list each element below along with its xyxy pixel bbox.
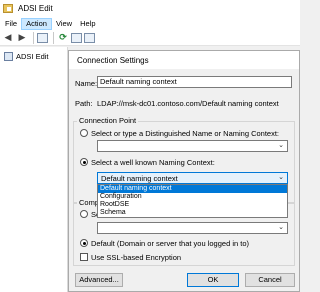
option-default-naming-context[interactable]: Default naming context xyxy=(98,185,287,193)
default-server-radio-label: Default (Domain or server that you logge… xyxy=(91,239,249,248)
name-field[interactable]: Default naming context xyxy=(97,76,292,88)
option-schema[interactable]: Schema xyxy=(98,209,287,217)
forward-arrow-icon[interactable]: ▶ xyxy=(16,32,28,44)
distinguished-name-radio[interactable] xyxy=(80,129,88,137)
adsi-edit-app-icon xyxy=(3,4,13,13)
toolbar: ◀ ▶ ⟳ xyxy=(0,30,300,46)
dialog-title-bar: Connection Settings xyxy=(69,51,299,69)
distinguished-name-combo[interactable]: ⌄ xyxy=(97,140,288,152)
name-label: Name: xyxy=(75,79,98,88)
ok-button[interactable]: OK xyxy=(187,273,239,287)
naming-context-combo[interactable]: Default naming context ⌄ xyxy=(97,172,288,184)
naming-context-dropdown: Default naming context Configuration Roo… xyxy=(97,184,288,218)
chevron-down-icon: ⌄ xyxy=(278,142,284,149)
app-title-bar: ADSI Edit xyxy=(0,0,300,17)
path-value: LDAP://msk-dc01.contoso.com/Default nami… xyxy=(97,99,279,108)
ssl-checkbox-label: Use SSL-based Encryption xyxy=(91,253,182,262)
cancel-button[interactable]: Cancel xyxy=(245,273,295,287)
tree-item-adsi-edit[interactable]: ADSI Edit xyxy=(4,52,67,61)
back-arrow-icon[interactable]: ◀ xyxy=(2,32,14,44)
toolbar-separator xyxy=(33,31,34,44)
well-known-context-radio[interactable] xyxy=(80,158,88,166)
select-server-radio[interactable] xyxy=(80,210,88,218)
connection-settings-dialog: Connection Settings Name: Default naming… xyxy=(68,50,300,292)
naming-context-combo-value: Default naming context xyxy=(101,174,178,183)
distinguished-name-radio-label: Select or type a Distinguished Name or N… xyxy=(91,129,280,138)
properties-icon[interactable] xyxy=(71,32,82,43)
default-server-radio[interactable] xyxy=(80,239,88,247)
advanced-button[interactable]: Advanced... xyxy=(75,273,123,287)
option-rootdse[interactable]: RootDSE xyxy=(98,201,287,209)
option-configuration[interactable]: Configuration xyxy=(98,193,287,201)
app-title: ADSI Edit xyxy=(18,4,53,13)
adsi-edit-icon xyxy=(4,52,13,61)
help-icon[interactable] xyxy=(84,32,95,43)
connection-point-label: Connection Point xyxy=(77,116,139,125)
tree-item-label: ADSI Edit xyxy=(16,52,49,61)
refresh-icon[interactable]: ⟳ xyxy=(57,32,69,44)
path-label: Path: xyxy=(75,99,93,108)
menu-action[interactable]: Action xyxy=(21,17,52,30)
chevron-down-icon: ⌄ xyxy=(278,224,284,231)
dialog-title: Connection Settings xyxy=(77,56,149,65)
chevron-down-icon: ⌄ xyxy=(278,174,284,181)
console-tree: ADSI Edit xyxy=(0,47,68,292)
menu-file[interactable]: File xyxy=(1,18,21,30)
menu-help[interactable]: Help xyxy=(76,18,99,30)
well-known-context-radio-label: Select a well known Naming Context: xyxy=(91,158,215,167)
menu-view[interactable]: View xyxy=(52,18,76,30)
console-tree-icon[interactable] xyxy=(37,32,48,43)
menu-bar: File Action View Help xyxy=(0,17,300,30)
ssl-checkbox[interactable] xyxy=(80,253,88,261)
toolbar-separator xyxy=(53,31,54,44)
server-combo[interactable]: ⌄ xyxy=(97,222,288,234)
